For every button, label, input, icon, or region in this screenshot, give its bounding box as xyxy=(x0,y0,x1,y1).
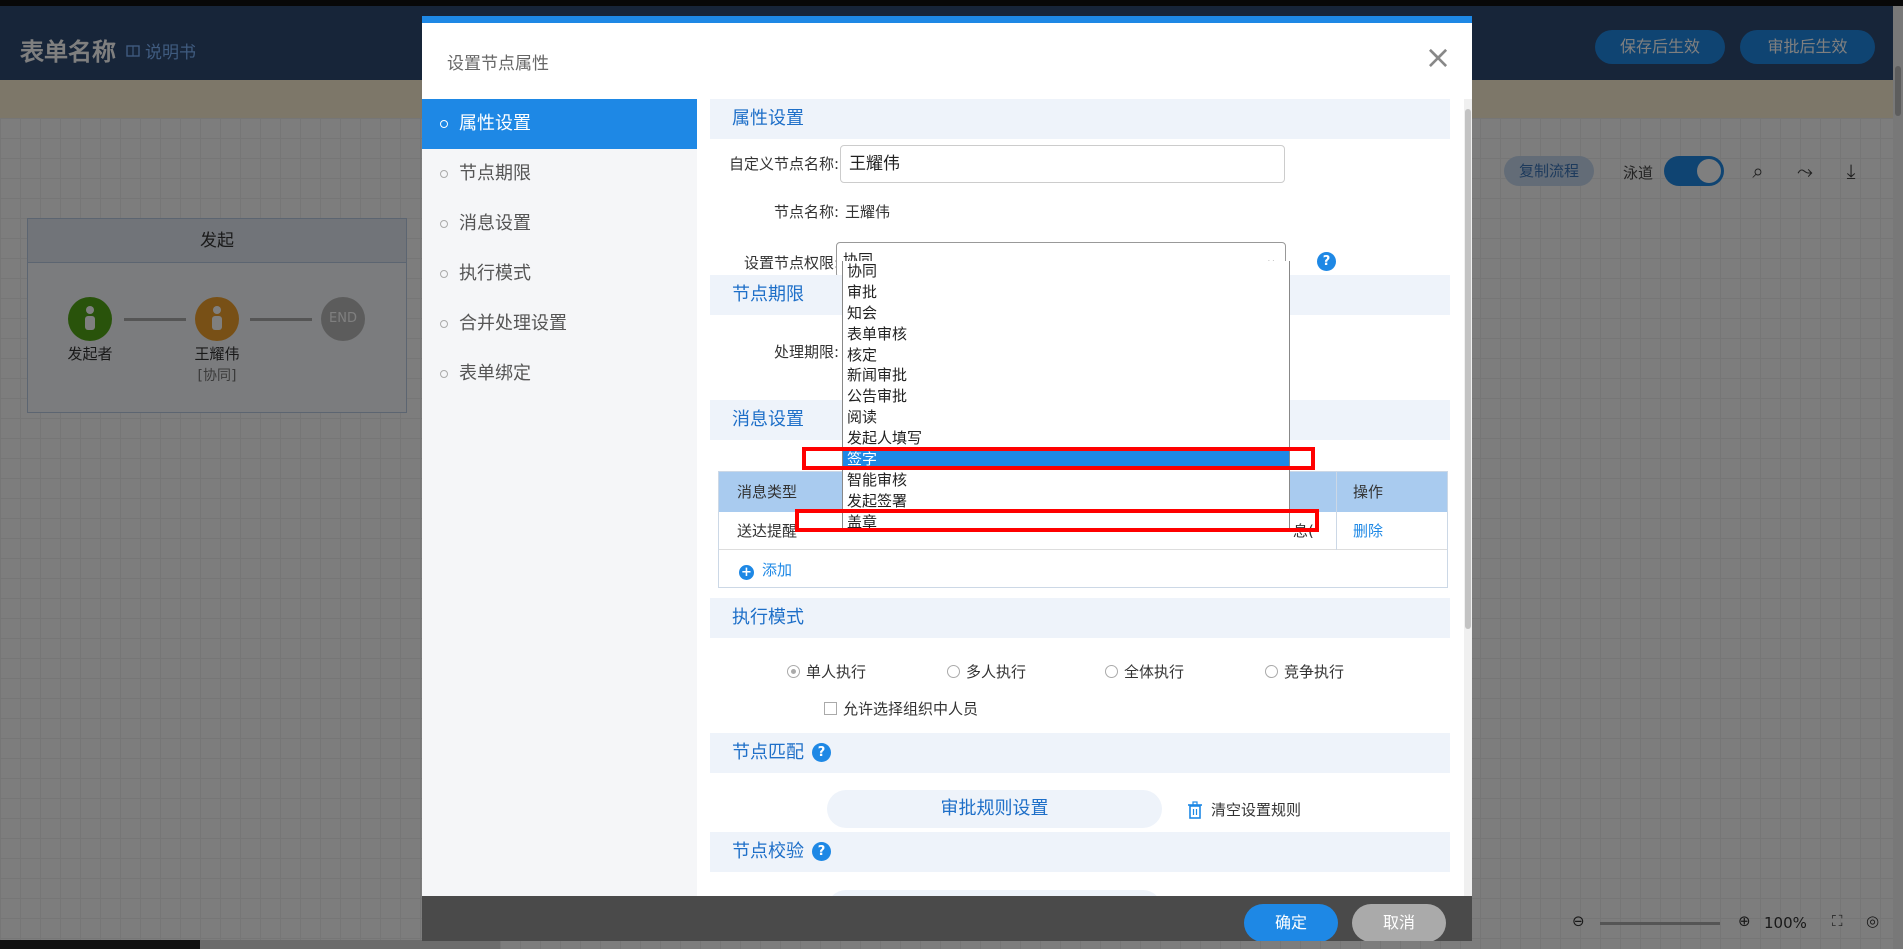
trash-icon xyxy=(1188,800,1202,819)
radio-multi-exec[interactable]: 多人执行 xyxy=(947,661,1026,682)
side-item-exec[interactable]: 执行模式 xyxy=(422,249,697,299)
section-exec-title: 执行模式 xyxy=(710,598,1450,638)
dropdown-option[interactable]: 发起人填写 xyxy=(843,428,1289,449)
permission-dropdown-list: 协同 审批 知会 表单审核 核定 新闻审批 公告审批 阅读 发起人填写 签字 智… xyxy=(842,261,1290,531)
dialog-side-menu: 属性设置 节点期限 消息设置 执行模式 合并处理设置 表单绑定 xyxy=(422,99,697,903)
side-item-deadline[interactable]: 节点期限 xyxy=(422,149,697,199)
dialog-footer: 确定 取消 xyxy=(422,896,1472,941)
dropdown-option[interactable]: 智能审核 xyxy=(843,470,1289,491)
radio-all-exec[interactable]: 全体执行 xyxy=(1105,661,1184,682)
plus-icon: + xyxy=(739,565,754,580)
side-item-label: 合并处理设置 xyxy=(459,313,567,334)
side-item-form-bind[interactable]: 表单绑定 xyxy=(422,349,697,399)
clear-rule-button[interactable]: 清空设置规则 xyxy=(1187,799,1301,820)
cancel-button[interactable]: 取消 xyxy=(1352,904,1446,941)
dialog-title: 设置节点属性 xyxy=(447,54,549,74)
add-message-label: 添加 xyxy=(762,561,793,579)
checkbox-label: 允许选择组织中人员 xyxy=(843,700,979,718)
dropdown-option[interactable]: 协同 xyxy=(843,261,1289,282)
side-item-message[interactable]: 消息设置 xyxy=(422,199,697,249)
dialog-scrollbar[interactable] xyxy=(1464,99,1472,903)
side-item-label: 属性设置 xyxy=(459,113,531,134)
close-icon[interactable]: × xyxy=(1424,41,1452,73)
radio-label: 多人执行 xyxy=(966,663,1027,681)
dropdown-option[interactable]: 公告审批 xyxy=(843,386,1289,407)
radio-compete-exec[interactable]: 竞争执行 xyxy=(1265,661,1344,682)
help-icon[interactable]: ? xyxy=(812,842,831,861)
help-icon[interactable]: ? xyxy=(1317,252,1336,271)
help-icon[interactable]: ? xyxy=(812,743,831,762)
section-match-label: 节点匹配 xyxy=(732,742,804,763)
confirm-button[interactable]: 确定 xyxy=(1244,904,1338,941)
highlight-box-sign xyxy=(802,447,1315,470)
side-item-label: 消息设置 xyxy=(459,213,531,234)
deadline-label: 处理期限: xyxy=(773,343,839,361)
dropdown-option[interactable]: 审批 xyxy=(843,282,1289,303)
node-name-label: 节点名称: xyxy=(773,203,839,221)
radio-single-exec[interactable]: 单人执行 xyxy=(787,661,866,682)
section-check-label: 节点校验 xyxy=(732,841,804,862)
radio-label: 竞争执行 xyxy=(1284,663,1345,681)
allow-org-checkbox[interactable]: 允许选择组织中人员 xyxy=(824,698,978,719)
dropdown-option[interactable]: 核定 xyxy=(843,345,1289,366)
custom-name-label: 自定义节点名称: xyxy=(728,155,839,173)
dropdown-option[interactable]: 阅读 xyxy=(843,407,1289,428)
col-message-type: 消息类型 xyxy=(737,483,798,501)
side-item-label: 执行模式 xyxy=(459,263,531,284)
col-operation: 操作 xyxy=(1353,483,1384,501)
dropdown-option[interactable]: 表单审核 xyxy=(843,324,1289,345)
side-item-label: 表单绑定 xyxy=(459,363,531,384)
clear-rule-label: 清空设置规则 xyxy=(1211,801,1302,819)
add-message-button[interactable]: + 添加 xyxy=(739,554,792,586)
highlight-box-seal xyxy=(795,509,1319,532)
dropdown-option[interactable]: 知会 xyxy=(843,303,1289,324)
custom-name-input[interactable]: 王耀伟 xyxy=(840,145,1285,183)
node-name-value: 王耀伟 xyxy=(845,203,891,221)
approval-rule-button[interactable]: 审批规则设置 xyxy=(827,790,1162,828)
section-check-title: 节点校验? xyxy=(710,832,1450,872)
radio-label: 全体执行 xyxy=(1124,663,1185,681)
section-match-title: 节点匹配? xyxy=(710,733,1450,773)
radio-label: 单人执行 xyxy=(806,663,867,681)
cell-message-type: 送达提醒 xyxy=(737,522,798,540)
dropdown-option[interactable]: 新闻审批 xyxy=(843,365,1289,386)
section-attr-title: 属性设置 xyxy=(710,99,1450,139)
side-item-merge[interactable]: 合并处理设置 xyxy=(422,299,697,349)
delete-link[interactable]: 删除 xyxy=(1353,512,1383,550)
side-item-attr[interactable]: 属性设置 xyxy=(422,99,697,149)
permission-label: 设置节点权限: xyxy=(743,254,839,272)
side-item-label: 节点期限 xyxy=(459,163,531,184)
